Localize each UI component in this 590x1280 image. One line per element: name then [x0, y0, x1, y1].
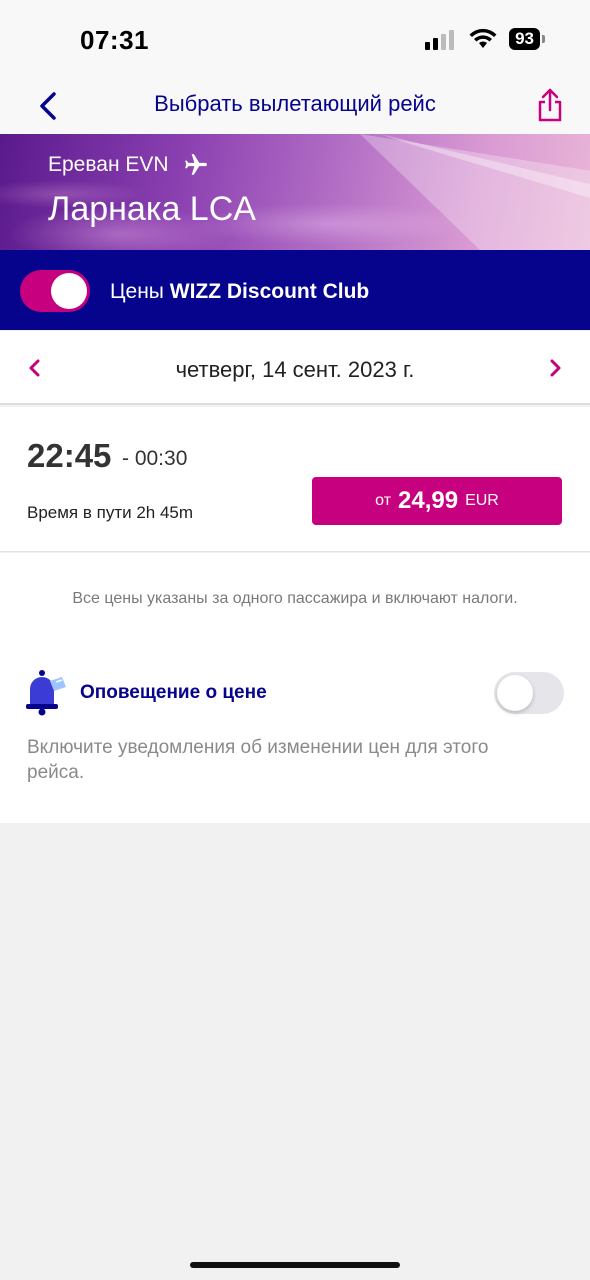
discount-club-label: Цены WIZZ Discount Club	[110, 280, 369, 304]
arrival-time: - 00:30	[122, 447, 188, 470]
price-button[interactable]: от 24,99 EUR	[312, 477, 562, 525]
discount-club-bar: Цены WIZZ Discount Club	[0, 250, 590, 330]
status-time: 07:31	[80, 25, 149, 55]
wifi-icon	[469, 28, 497, 48]
flight-card[interactable]: 22:45 - 00:30 Время в пути 2h 45m от 24,…	[0, 407, 590, 552]
cellular-signal-icon	[425, 30, 455, 50]
selected-date: четверг, 14 сент. 2023 г.	[175, 357, 415, 382]
origin-row: Ереван EVN	[48, 152, 209, 178]
destination-airport: Ларнака LCA	[48, 190, 256, 228]
tax-note: Все цены указаны за одного пассажира и в…	[72, 590, 518, 607]
price-currency: EUR	[465, 492, 499, 509]
chevron-right-icon	[550, 359, 561, 377]
bell-icon	[26, 670, 66, 716]
price-alert-description: Включите уведомления об изменении цен дл…	[27, 737, 489, 783]
page-title: Выбрать вылетающий рейс	[154, 91, 436, 116]
home-indicator[interactable]	[190, 1262, 400, 1268]
origin-airport: Ереван EVN	[48, 153, 169, 176]
discount-club-toggle[interactable]	[20, 270, 90, 312]
status-icons: 93	[425, 28, 545, 50]
toggle-knob	[51, 273, 87, 309]
battery-indicator: 93	[509, 28, 545, 50]
price-alert-toggle[interactable]	[494, 672, 564, 714]
date-selector: четверг, 14 сент. 2023 г.	[0, 331, 590, 405]
departure-time: 22:45	[27, 437, 112, 474]
status-bar: 07:31 93	[0, 0, 590, 80]
share-button[interactable]	[532, 86, 568, 126]
price-amount: 24,99	[398, 487, 459, 514]
info-section: Все цены указаны за одного пассажира и в…	[0, 553, 590, 823]
share-icon	[538, 88, 562, 122]
club-label-name: WIZZ Discount Club	[169, 280, 370, 303]
toggle-knob	[497, 675, 533, 711]
next-date-button[interactable]	[540, 353, 570, 383]
nav-bar: Выбрать вылетающий рейс	[0, 80, 590, 134]
club-label-prefix: Цены	[110, 280, 164, 303]
airplane-icon	[184, 154, 207, 175]
price-from-label: от	[375, 492, 392, 509]
flight-duration: Время в пути 2h 45m	[27, 503, 194, 522]
airplane-wing-image	[360, 134, 590, 250]
route-banner: Ереван EVN Ларнака LCA	[0, 134, 590, 250]
price-alert-title: Оповещение о цене	[80, 682, 267, 703]
